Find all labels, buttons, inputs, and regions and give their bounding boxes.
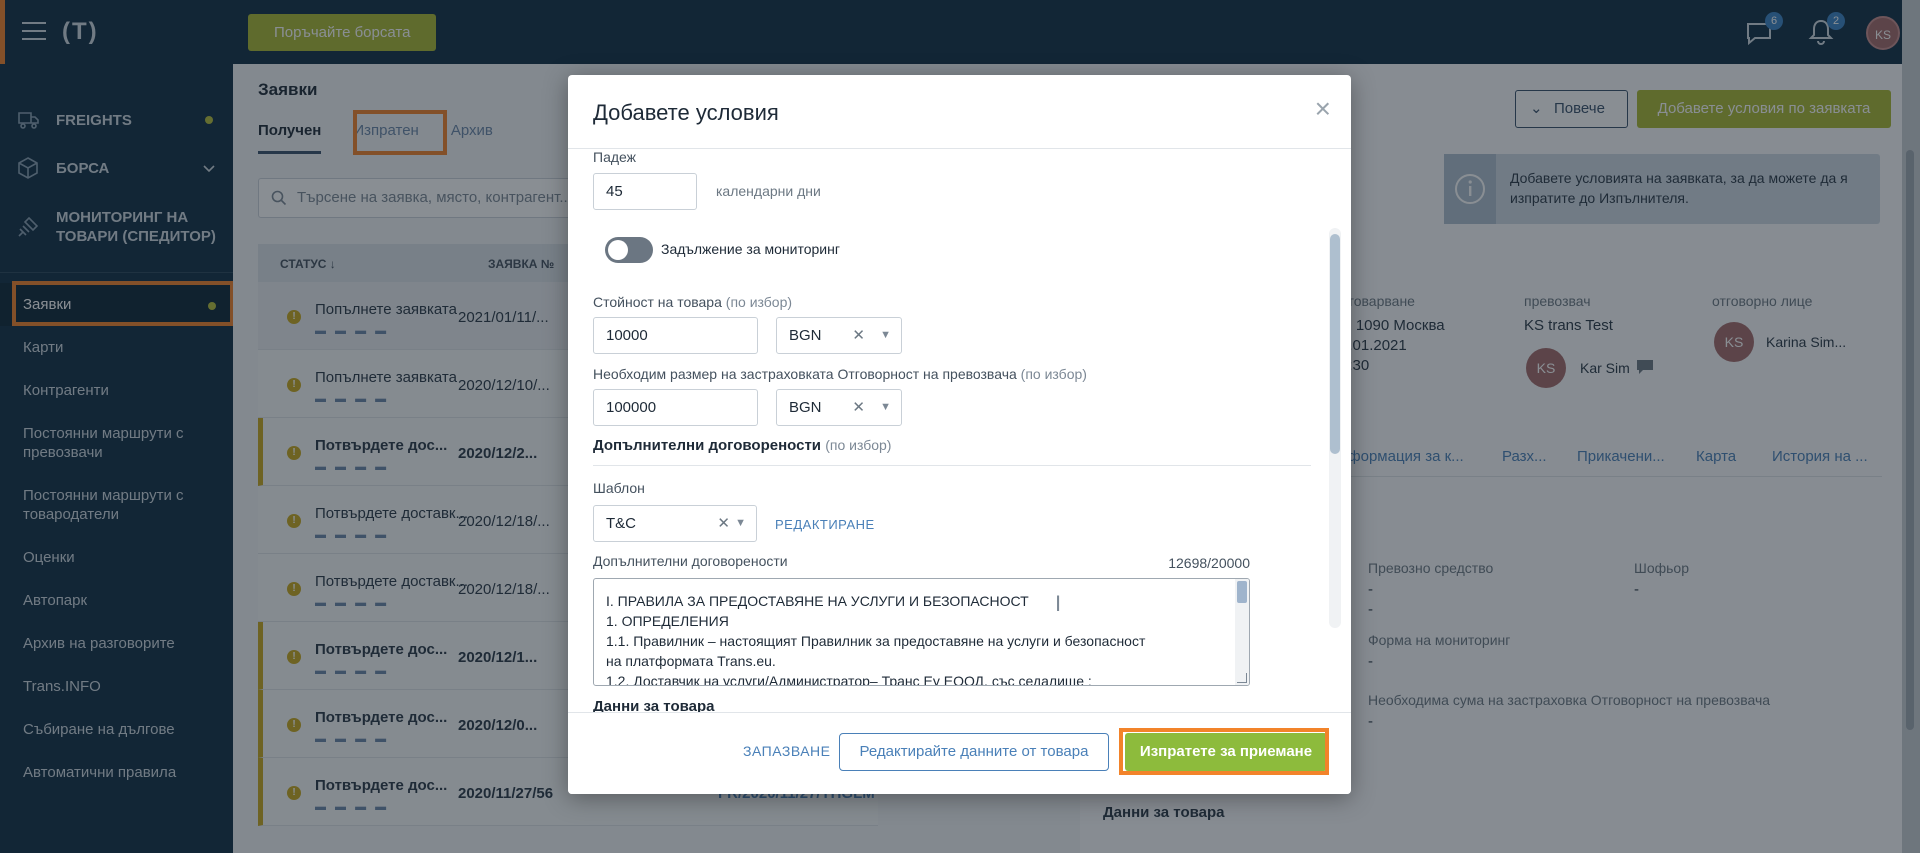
due-label: Падеж — [593, 149, 637, 165]
textarea-scrollbar[interactable] — [1235, 579, 1249, 685]
clear-icon[interactable]: ✕ — [852, 318, 865, 353]
character-counter: 12698/20000 — [1168, 555, 1250, 571]
edit-template-link[interactable]: РЕДАКТИРАНЕ — [775, 517, 875, 532]
currency-value: BGN — [789, 399, 822, 416]
caret-down-icon: ▼ — [735, 517, 746, 529]
additional-agreements-heading: Допълнителни договорености (по избор) — [593, 437, 891, 454]
monitoring-toggle-label: Задължение за мониторинг — [661, 241, 840, 257]
section-divider — [593, 465, 1311, 466]
caret-down-icon: ▼ — [880, 401, 891, 413]
currency-value: BGN — [789, 327, 822, 344]
close-icon[interactable]: × — [1315, 95, 1331, 123]
clear-icon[interactable]: ✕ — [717, 506, 730, 541]
caret-down-icon: ▼ — [880, 329, 891, 341]
goods-value-input[interactable]: 10000 — [593, 317, 758, 354]
section-title: Допълнителни договорености — [593, 437, 822, 454]
add-conditions-modal: Добавете условия × Падеж 45 календарни д… — [568, 75, 1351, 794]
optional-hint: (по избор) — [1020, 366, 1087, 382]
clear-icon[interactable]: ✕ — [852, 390, 865, 425]
save-button[interactable]: ЗАПАЗВАНЕ — [743, 743, 831, 759]
agreements-textarea[interactable]: I. ПРАВИЛА ЗА ПРЕДОСТАВЯНЕ НА УСЛУГИ И Б… — [593, 578, 1250, 686]
modal-scrollbar[interactable] — [1329, 228, 1341, 628]
agreement-line: на платформата Trans.eu. — [606, 653, 776, 669]
resize-handle[interactable] — [1237, 673, 1247, 683]
send-for-acceptance-button[interactable]: Изпратете за приемане — [1125, 733, 1327, 771]
agreement-line: 1.1. Правилник – настоящият Правилник за… — [606, 633, 1146, 649]
goods-value-label-text: Стойност на товара — [593, 294, 722, 310]
due-hint: календарни дни — [716, 183, 821, 199]
optional-hint: (по избор) — [725, 294, 793, 310]
goods-heading: Данни за товара — [593, 698, 715, 712]
agreement-line: 1. ОПРЕДЕЛЕНИЯ — [606, 613, 729, 629]
due-input[interactable]: 45 — [593, 173, 697, 210]
insurance-currency-select[interactable]: BGN ✕ ▼ — [776, 389, 902, 426]
insurance-label-text: Необходим размер на застраховката Отгово… — [593, 366, 1017, 382]
agreement-line: I. ПРАВИЛА ЗА ПРЕДОСТАВЯНЕ НА УСЛУГИ И Б… — [606, 593, 1029, 609]
template-select[interactable]: T&C ✕ ▼ — [593, 505, 757, 542]
agreements-label: Допълнителни договорености — [593, 553, 788, 569]
modal-title: Добавете условия — [593, 100, 779, 125]
monitoring-toggle[interactable] — [605, 237, 653, 263]
template-value: T&C — [606, 515, 636, 532]
modal-footer: ЗАПАЗВАНЕ Редактирайте данните от товара… — [568, 712, 1351, 794]
insurance-label: Необходим размер на застраховката Отгово… — [593, 366, 1087, 382]
modal-header: Добавете условия × — [568, 75, 1351, 149]
edit-goods-button[interactable]: Редактирайте данните от товара — [839, 733, 1109, 771]
agreement-line: 1.2. Доставчик на услуги/Администратор– … — [606, 673, 1092, 686]
text-cursor-icon: I — [1055, 591, 1062, 616]
template-label: Шаблон — [593, 480, 645, 496]
goods-value-label: Стойност на товара (по избор) — [593, 294, 792, 310]
insurance-input[interactable]: 100000 — [593, 389, 758, 426]
optional-hint: (по избор) — [825, 437, 892, 453]
modal-body: Падеж 45 календарни дни Задължение за мо… — [568, 149, 1351, 712]
goods-currency-select[interactable]: BGN ✕ ▼ — [776, 317, 902, 354]
